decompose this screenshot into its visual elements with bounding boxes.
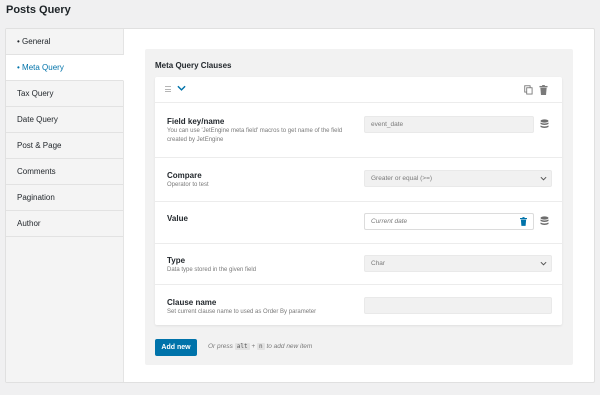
value-label: Value: [167, 214, 188, 223]
drag-handle-icon[interactable]: [165, 86, 171, 92]
compare-row: Compare Operator to test Greater or equa…: [155, 159, 562, 202]
clause-name-label: Clause name: [167, 298, 217, 307]
sidebar-item-post-page[interactable]: Post & Page: [6, 133, 123, 159]
type-label: Type: [167, 256, 186, 265]
chevron-down-icon[interactable]: [177, 85, 186, 92]
trash-icon[interactable]: [539, 85, 548, 95]
meta-query-box: Meta Query Clauses Field key/name You ca…: [145, 49, 573, 365]
database-icon[interactable]: [540, 216, 549, 226]
field-key-description: You can use 'JetEngine meta field' macro…: [167, 128, 343, 143]
clause-name-description: Set current clause name to used as Order…: [167, 309, 317, 315]
sidebar-item-meta-query[interactable]: • Meta Query: [6, 55, 124, 81]
database-icon[interactable]: [540, 119, 549, 129]
hint-suffix: to add new item: [266, 343, 313, 350]
field-key-row: Field key/name You can use 'JetEngine me…: [155, 104, 562, 158]
compare-label: Compare: [167, 171, 202, 180]
query-panel: • General • Meta Query Tax Query Date Qu…: [5, 28, 595, 383]
sidebar-item-date-query[interactable]: Date Query: [6, 107, 123, 133]
type-select[interactable]: Char: [364, 255, 552, 272]
chevron-down-icon: [540, 176, 547, 181]
copy-icon[interactable]: [524, 85, 533, 95]
type-description: Data type stored in the given field: [167, 267, 257, 273]
chevron-down-icon: [540, 261, 547, 266]
type-row: Type Data type stored in the given field…: [155, 245, 562, 285]
add-new-button[interactable]: Add new: [155, 339, 197, 356]
clause-name-row: Clause name Set current clause name to u…: [155, 286, 562, 325]
clause-header: [155, 77, 562, 103]
sidebar-item-general[interactable]: • General: [6, 29, 123, 55]
trash-icon[interactable]: [520, 217, 527, 226]
field-key-label: Field key/name: [167, 117, 225, 126]
value-input-text: Current date: [371, 218, 408, 225]
sidebar: • General • Meta Query Tax Query Date Qu…: [6, 29, 124, 382]
keyboard-hint: Or press alt + n to add new item: [208, 343, 312, 350]
sidebar-item-author[interactable]: Author: [6, 211, 123, 237]
hint-prefix: Or press: [208, 343, 233, 350]
value-input[interactable]: Current date: [364, 213, 534, 230]
hint-key-n: n: [257, 343, 265, 350]
sidebar-item-tax-query[interactable]: Tax Query: [6, 81, 123, 107]
hint-plus: +: [251, 343, 256, 350]
clause-name-input[interactable]: [364, 297, 552, 314]
section-title: Meta Query Clauses: [155, 61, 232, 70]
sidebar-item-comments[interactable]: Comments: [6, 159, 123, 185]
sidebar-item-pagination[interactable]: Pagination: [6, 185, 123, 211]
field-key-input[interactable]: event_date: [364, 116, 534, 133]
compare-select[interactable]: Greater or equal (>=): [364, 170, 552, 187]
content-area: Meta Query Clauses Field key/name You ca…: [124, 29, 594, 382]
value-row: Value Current date: [155, 203, 562, 244]
type-selected-value: Char: [371, 260, 386, 267]
meta-clause-card: Field key/name You can use 'JetEngine me…: [155, 77, 562, 325]
compare-description: Operator to test: [167, 182, 209, 188]
compare-selected-value: Greater or equal (>=): [371, 175, 433, 182]
hint-key-alt: alt: [234, 343, 250, 350]
page-title: Posts Query: [6, 4, 71, 16]
